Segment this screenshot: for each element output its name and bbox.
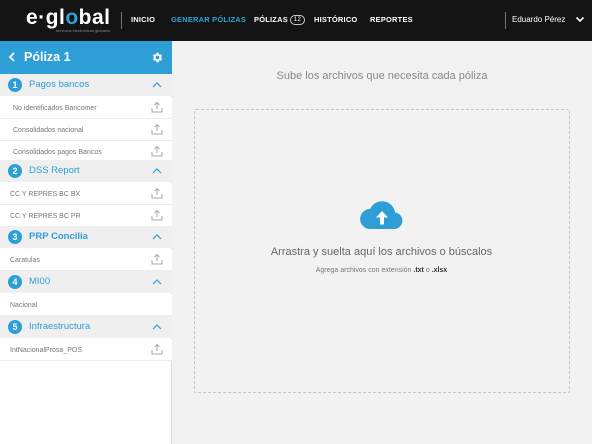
section-label: Infraestructura	[29, 321, 91, 332]
nav-historico[interactable]: HISTÓRICO	[314, 15, 357, 25]
file-row: Nacional	[0, 294, 172, 316]
chevron-left-icon[interactable]	[8, 52, 16, 62]
file-label: CC Y REPRES BC BX	[10, 191, 81, 198]
nav-divider	[121, 12, 122, 29]
file-row: Consolidados nacional	[0, 119, 172, 141]
page-title: Sube los archivos que necesita cada póli…	[276, 70, 488, 82]
section-infraestructura[interactable]: 5 Infraestructura	[0, 316, 172, 338]
file-row: CC Y REPRES BC PR	[0, 205, 172, 227]
section-label: MI00	[29, 276, 51, 287]
chevron-down-icon[interactable]	[575, 14, 585, 24]
section-number: 5	[8, 320, 22, 334]
poliza-sidebar: Póliza 1 1 Pagos bancos No identificados…	[0, 41, 172, 444]
section-number: 4	[8, 275, 22, 289]
upload-icon[interactable]	[151, 343, 163, 355]
section-dss-report[interactable]: 2 DSS Report	[0, 160, 172, 182]
polizas-count-badge: 12	[289, 15, 305, 25]
nav-polizas[interactable]: PÓLIZAS 12	[254, 15, 305, 25]
section-label: Pagos bancos	[29, 79, 90, 90]
file-label: CC Y REPRES BC PR	[10, 213, 81, 220]
file-dropzone[interactable]: Arrastra y suelta aquí los archivos o bú…	[194, 109, 570, 393]
chevron-up-icon[interactable]	[152, 233, 162, 241]
chevron-up-icon[interactable]	[152, 167, 162, 175]
upload-icon[interactable]	[151, 187, 163, 199]
file-row: IntNacionalProsa_POS	[0, 339, 172, 361]
logo-tagline: servicios electrónicos globales	[56, 28, 111, 33]
user-divider	[505, 12, 506, 29]
upload-icon[interactable]	[151, 101, 163, 113]
chevron-up-icon[interactable]	[152, 323, 162, 331]
upload-icon[interactable]	[151, 123, 163, 135]
extension-xlsx: .xlsx	[431, 267, 448, 274]
user-menu[interactable]: Eduardo Pérez	[512, 15, 565, 25]
file-label: Consolidados nacional	[13, 127, 84, 134]
file-row: CC Y REPRES BC BX	[0, 183, 172, 205]
section-label: PRP Concilia	[29, 231, 88, 242]
upload-icon[interactable]	[151, 145, 163, 157]
extension-txt: .txt	[413, 267, 424, 274]
sidebar-header: Póliza 1	[0, 41, 172, 74]
section-number: 2	[8, 164, 22, 178]
logo-wordmark: e·global	[26, 6, 111, 29]
file-row: Caratulas	[0, 249, 172, 271]
eglobal-logo[interactable]: e·global servicios electrónicos globales	[26, 6, 124, 36]
section-prp-concilia[interactable]: 3 PRP Concilia	[0, 226, 172, 248]
nav-reportes[interactable]: REPORTES	[370, 15, 413, 25]
cloud-upload-icon	[360, 201, 403, 229]
file-label: Nacional	[10, 302, 38, 309]
file-label: No identificados Bancomer	[13, 105, 97, 112]
file-label: IntNacionalProsa_POS	[10, 347, 82, 354]
file-label: Consolidados pagos Bancos	[13, 149, 102, 156]
chevron-up-icon[interactable]	[152, 278, 162, 286]
upload-icon[interactable]	[151, 209, 163, 221]
section-label: DSS Report	[29, 165, 80, 176]
dropzone-hint: Agrega archivos con extensión .txt o .xl…	[315, 267, 448, 274]
section-mi00[interactable]: 4 MI00	[0, 271, 172, 293]
section-number: 3	[8, 230, 22, 244]
chevron-up-icon[interactable]	[152, 81, 162, 89]
nav-inicio[interactable]: INICIO	[131, 15, 155, 25]
top-navigation-bar: e·global servicios electrónicos globales…	[0, 0, 592, 41]
sidebar-title: Póliza 1	[24, 50, 71, 64]
upload-icon[interactable]	[151, 253, 163, 265]
nav-generar-polizas[interactable]: GENERAR PÓLIZAS	[171, 15, 246, 25]
section-number: 1	[8, 78, 22, 92]
gear-icon[interactable]	[151, 51, 164, 64]
section-pagos-bancos[interactable]: 1 Pagos bancos	[0, 74, 172, 96]
file-row: No identificados Bancomer	[0, 97, 172, 119]
dropzone-text: Arrastra y suelta aquí los archivos o bú…	[270, 246, 493, 258]
file-label: Caratulas	[10, 257, 40, 264]
